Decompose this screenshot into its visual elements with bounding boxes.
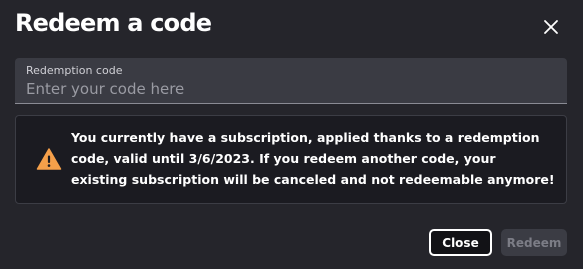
subscription-warning-notice: You currently have a subscription, appli… xyxy=(15,115,567,204)
dialog-title: Redeem a code xyxy=(15,9,212,37)
redemption-code-field[interactable]: Redemption code xyxy=(15,58,567,104)
close-button[interactable]: Close xyxy=(429,229,492,256)
warning-icon xyxy=(36,148,62,170)
close-icon[interactable] xyxy=(540,16,562,38)
warning-message: You currently have a subscription, appli… xyxy=(71,130,555,187)
redemption-code-input[interactable] xyxy=(26,79,546,99)
redeem-button[interactable]: Redeem xyxy=(501,229,567,256)
redemption-code-label: Redemption code xyxy=(26,64,123,77)
